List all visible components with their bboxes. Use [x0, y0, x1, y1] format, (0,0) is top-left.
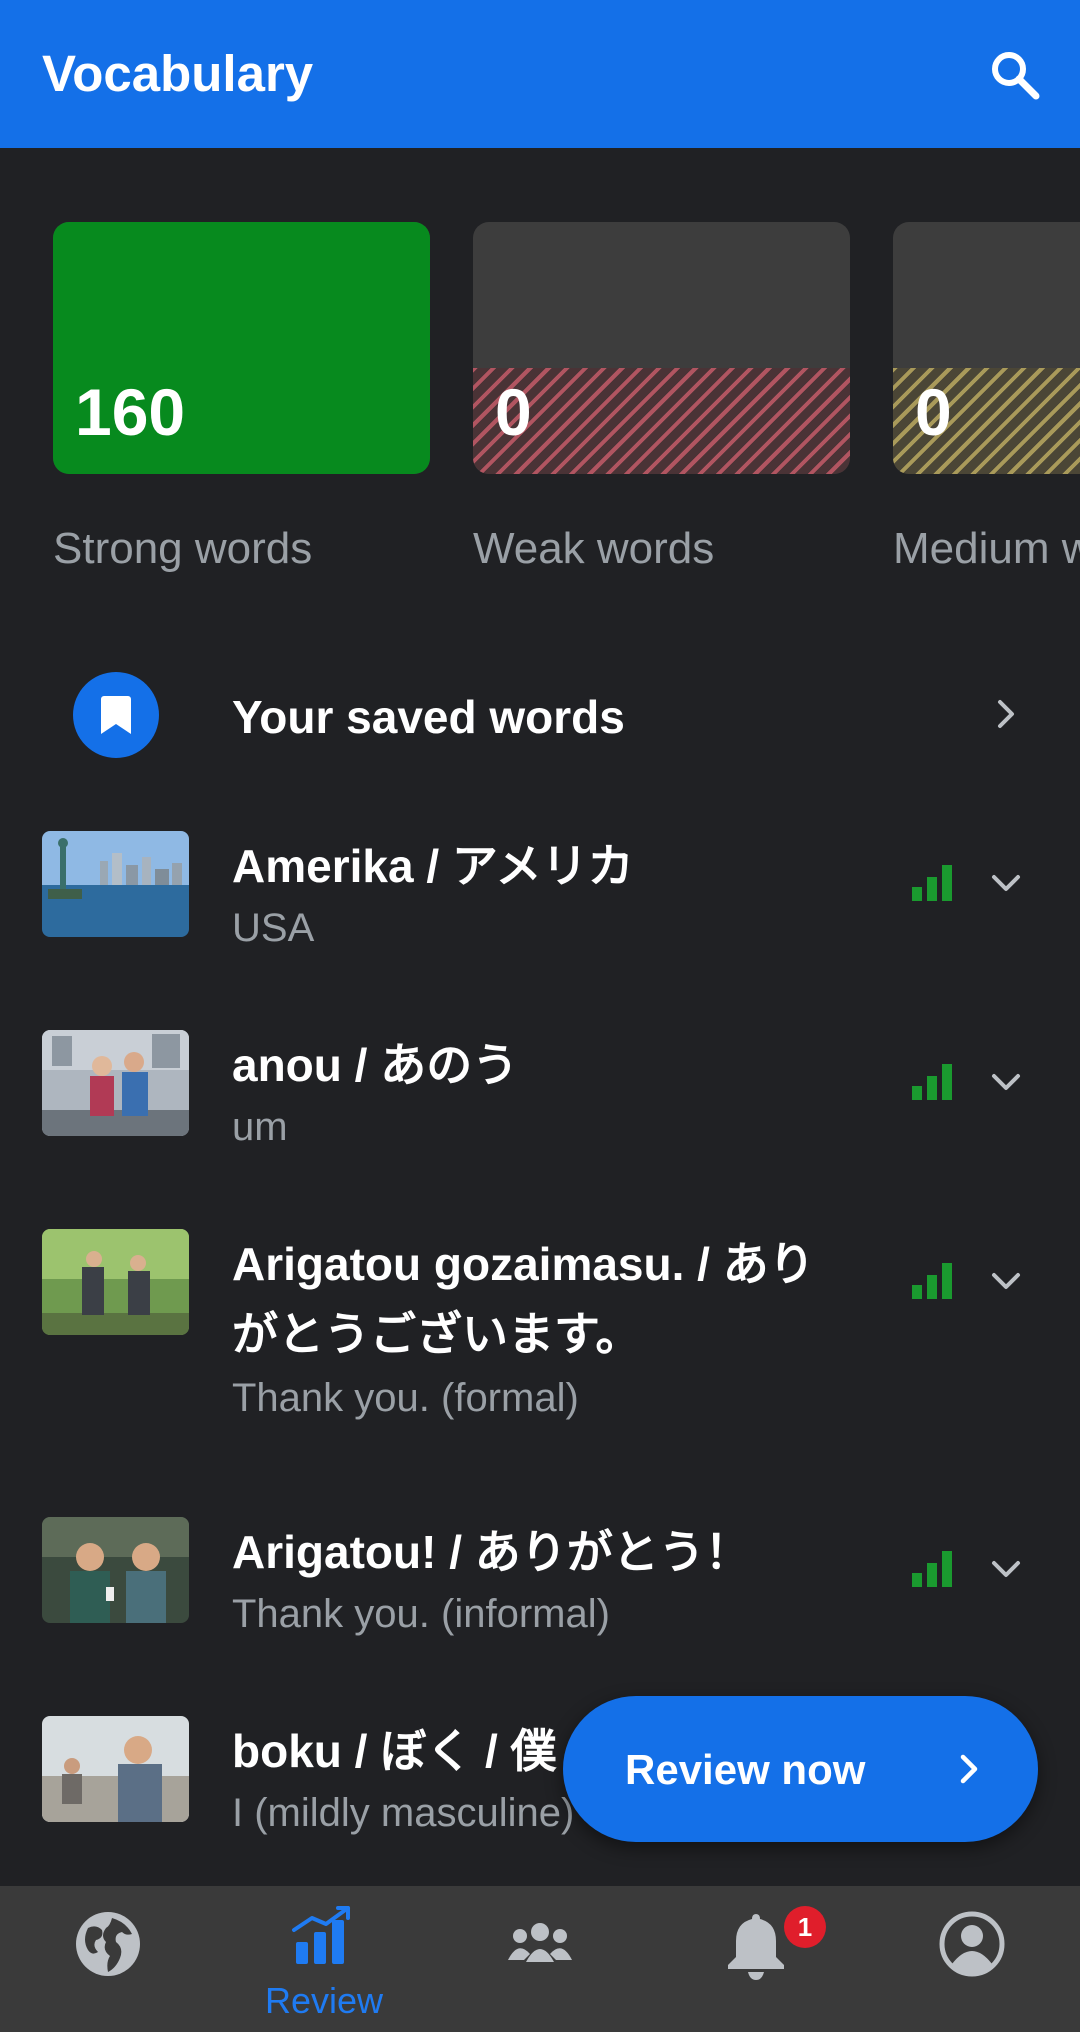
- review-now-label: Review now: [625, 1746, 866, 1793]
- review-chart-icon: [292, 1906, 350, 1964]
- strong-words-card[interactable]: 160 Strong words: [53, 222, 430, 574]
- word-image-boku: [42, 1716, 189, 1822]
- word-meaning: um: [232, 1105, 288, 1149]
- nav-review-label: Review: [264, 1980, 384, 2021]
- word-strength-cards: 160 Strong words 0 Weak words 0 Medium w…: [0, 222, 1080, 602]
- strong-words-tile: 160: [53, 222, 430, 474]
- chevron-down-icon[interactable]: [986, 1062, 1026, 1102]
- notification-badge: 1: [784, 1906, 826, 1948]
- word-image-anou: [42, 1030, 189, 1136]
- word-image-amerika: [42, 831, 189, 937]
- medium-words-tile: 0: [893, 222, 1080, 474]
- page-title: Vocabulary: [42, 45, 314, 102]
- strength-bars-icon: [912, 1064, 952, 1100]
- word-term: anou / あのう: [232, 1039, 519, 1091]
- globe-icon: [76, 1912, 140, 1976]
- chevron-down-icon[interactable]: [986, 1549, 1026, 1589]
- search-icon[interactable]: [984, 44, 1044, 104]
- saved-words-badge: [73, 672, 159, 758]
- medium-words-count: 0: [915, 375, 952, 449]
- word-meaning: Thank you. (formal): [232, 1376, 579, 1420]
- word-term: Amerika / アメリカ: [232, 840, 634, 892]
- chevron-right-icon: [998, 700, 1014, 728]
- word-term: Arigatou gozaimasu. / ありがとうございます。: [232, 1238, 815, 1360]
- medium-words-label: Medium words: [893, 524, 1080, 573]
- nav-notifications[interactable]: [648, 1886, 864, 2032]
- app-bar: Vocabulary: [0, 0, 1080, 148]
- weak-words-count: 0: [495, 375, 532, 449]
- bookmark-icon: [101, 696, 131, 734]
- word-image-arigatou-gozaimasu: [42, 1229, 189, 1335]
- profile-icon: [939, 1911, 1005, 1977]
- strength-bars-icon: [912, 865, 952, 901]
- word-meaning: USA: [232, 906, 315, 950]
- chevron-right-icon: [960, 1754, 978, 1784]
- medium-words-card[interactable]: 0 Medium words: [893, 222, 1080, 574]
- nav-review[interactable]: Review: [216, 1886, 432, 2032]
- word-image-arigatou: [42, 1517, 189, 1623]
- saved-words-row[interactable]: Your saved words: [0, 664, 1080, 766]
- weak-words-tile: 0: [473, 222, 850, 474]
- word-term: Arigatou! / ありがとう！: [232, 1526, 751, 1578]
- nav-profile[interactable]: [864, 1886, 1080, 2032]
- bottom-navigation: Review: [0, 1886, 1080, 2032]
- strength-bars-icon: [912, 1263, 952, 1299]
- chevron-down-icon[interactable]: [986, 1261, 1026, 1301]
- review-now-button[interactable]: Review now: [563, 1696, 1038, 1842]
- nav-explore[interactable]: [0, 1886, 216, 2032]
- saved-words-label: Your saved words: [232, 691, 625, 743]
- nav-community[interactable]: [432, 1886, 648, 2032]
- weak-words-card[interactable]: 0 Weak words: [473, 222, 850, 574]
- bell-icon: [728, 1914, 784, 1980]
- weak-words-label: Weak words: [473, 524, 715, 573]
- strength-bars-icon: [912, 1551, 952, 1587]
- community-icon: [508, 1923, 572, 1962]
- strong-words-count: 160: [75, 375, 186, 449]
- chevron-down-icon[interactable]: [986, 863, 1026, 903]
- word-meaning: Thank you. (informal): [232, 1592, 610, 1636]
- strong-words-label: Strong words: [53, 524, 313, 573]
